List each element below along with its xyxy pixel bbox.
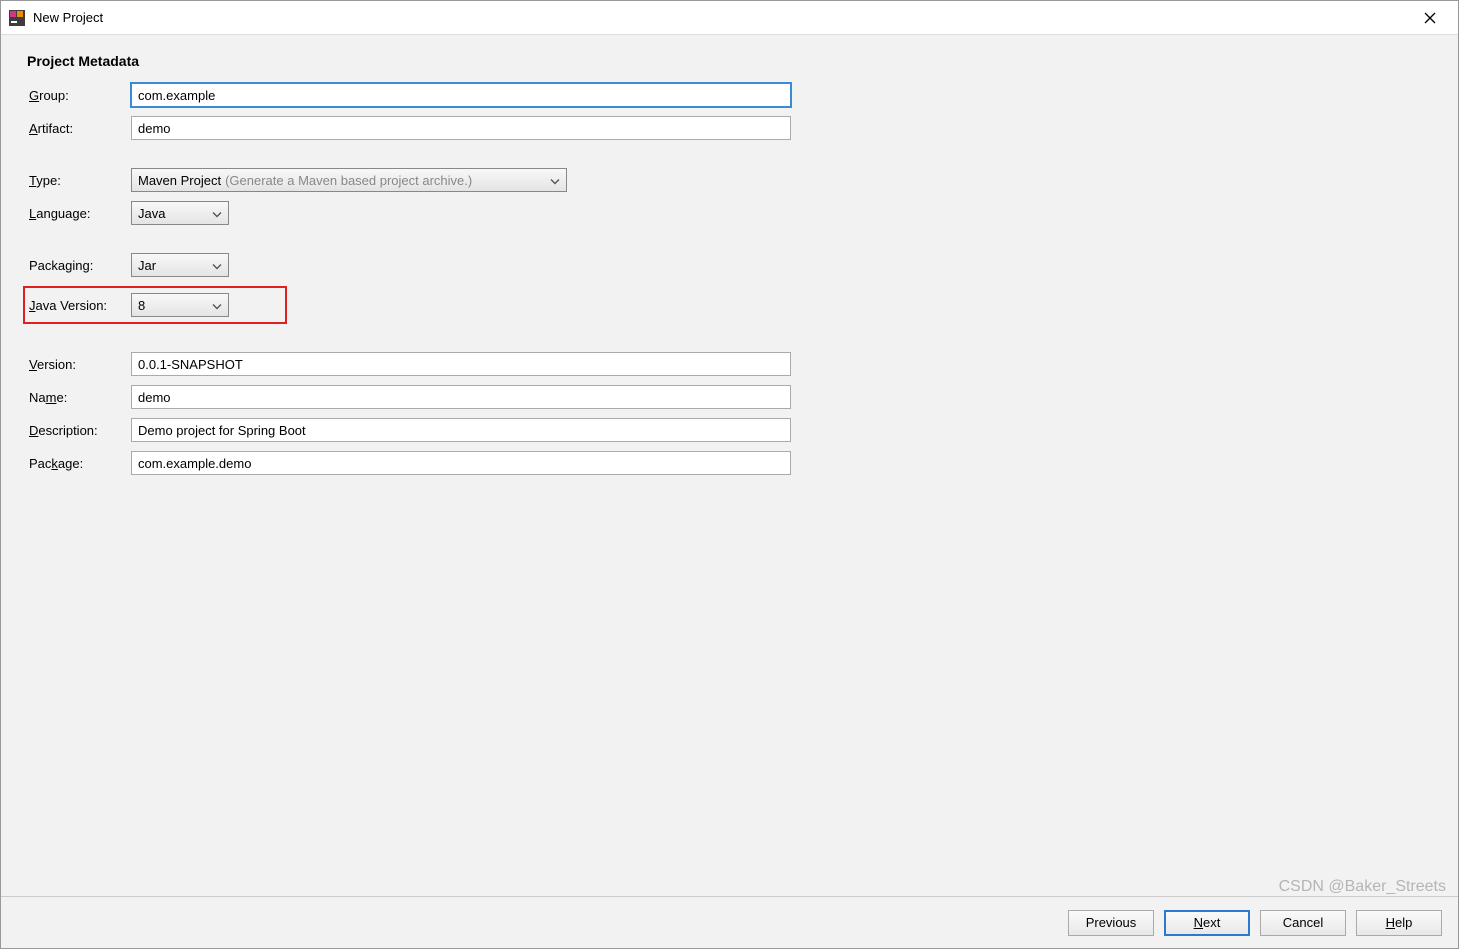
titlebar: New Project — [1, 1, 1458, 35]
window-title: New Project — [33, 10, 103, 25]
name-input[interactable] — [131, 385, 791, 409]
artifact-input[interactable] — [131, 116, 791, 140]
packaging-label: Packaging: — [27, 258, 127, 273]
language-value: Java — [138, 206, 165, 221]
description-input[interactable] — [131, 418, 791, 442]
group-input[interactable] — [131, 83, 791, 107]
type-value: Maven Project — [138, 173, 221, 188]
packaging-select[interactable]: Jar — [131, 253, 229, 277]
close-icon — [1424, 12, 1436, 24]
type-hint: (Generate a Maven based project archive.… — [225, 173, 472, 188]
chevron-down-icon — [550, 173, 560, 188]
java-version-select[interactable]: 8 — [131, 293, 229, 317]
intellij-icon — [9, 10, 25, 26]
section-title: Project Metadata — [27, 53, 1432, 69]
type-label: Type: — [27, 173, 127, 188]
chevron-down-icon — [212, 298, 222, 313]
name-label: Name: — [27, 390, 127, 405]
language-label: Language: — [27, 206, 127, 221]
previous-button[interactable]: Previous — [1068, 910, 1154, 936]
help-button[interactable]: Help — [1356, 910, 1442, 936]
next-button[interactable]: Next — [1164, 910, 1250, 936]
artifact-label: Artifact: — [27, 121, 127, 136]
dialog-content: Project Metadata Group: Artifact: Type: … — [1, 35, 1458, 896]
java-version-row-highlight: Java Version: 8 — [23, 286, 287, 324]
cancel-button[interactable]: Cancel — [1260, 910, 1346, 936]
group-label: Group: — [27, 88, 127, 103]
java-version-label: Java Version: — [27, 298, 127, 313]
type-select[interactable]: Maven Project (Generate a Maven based pr… — [131, 168, 567, 192]
packaging-value: Jar — [138, 258, 156, 273]
chevron-down-icon — [212, 258, 222, 273]
language-select[interactable]: Java — [131, 201, 229, 225]
java-version-value: 8 — [138, 298, 145, 313]
dialog-footer: Previous Next Cancel Help — [1, 896, 1458, 948]
package-label: Package: — [27, 456, 127, 471]
chevron-down-icon — [212, 206, 222, 221]
close-button[interactable] — [1412, 5, 1448, 31]
version-input[interactable] — [131, 352, 791, 376]
package-input[interactable] — [131, 451, 791, 475]
metadata-form: Group: Artifact: Type: Maven Project (Ge… — [27, 83, 1432, 475]
description-label: Description: — [27, 423, 127, 438]
new-project-dialog: New Project Project Metadata Group: Arti… — [0, 0, 1459, 949]
version-label: Version: — [27, 357, 127, 372]
